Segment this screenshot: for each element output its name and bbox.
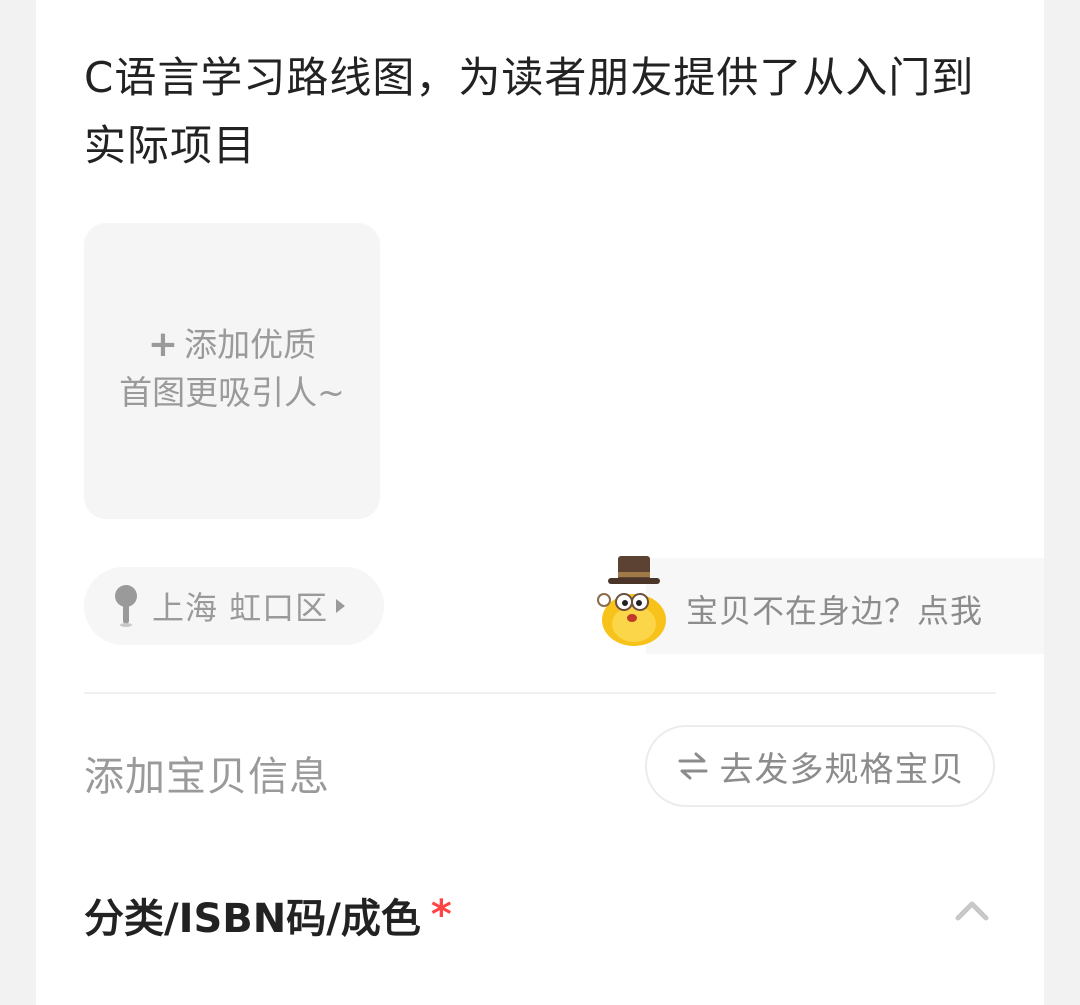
required-mark: * (430, 892, 452, 938)
publish-form-card: C语言学习路线图，为读者朋友提供了从入门到实际项目 + 添加优质 首图更吸引人~… (36, 0, 1044, 1005)
helper-text: 宝贝不在身边？点我 (686, 592, 984, 630)
mascot-icon (597, 556, 666, 646)
divider (84, 692, 996, 694)
multi-spec-label: 去发多规格宝贝 (719, 749, 965, 790)
category-label: 分类/ISBN码/成色 (84, 896, 421, 942)
add-photo-button[interactable]: + 添加优质 首图更吸引人~ (84, 223, 380, 519)
location-text: 上海 虹口区 (152, 589, 329, 627)
pin-icon (115, 585, 137, 627)
plus-icon: + (147, 324, 179, 365)
add-photo-line2: 首图更吸引人~ (119, 373, 345, 412)
chevron-up-icon[interactable] (954, 896, 990, 922)
caret-right-icon (336, 599, 346, 613)
section-title: 添加宝贝信息 (84, 754, 330, 800)
helper-banner[interactable]: 宝贝不在身边？点我 (596, 556, 1044, 654)
category-row[interactable]: 分类/ISBN码/成色 * (84, 886, 452, 944)
add-photo-line1: 添加优质 (184, 325, 317, 364)
location-selector[interactable]: 上海 虹口区 (84, 567, 384, 645)
listing-description[interactable]: C语言学习路线图，为读者朋友提供了从入门到实际项目 (84, 44, 1014, 180)
multi-spec-button[interactable]: 去发多规格宝贝 (645, 725, 995, 807)
swap-icon (678, 752, 707, 780)
